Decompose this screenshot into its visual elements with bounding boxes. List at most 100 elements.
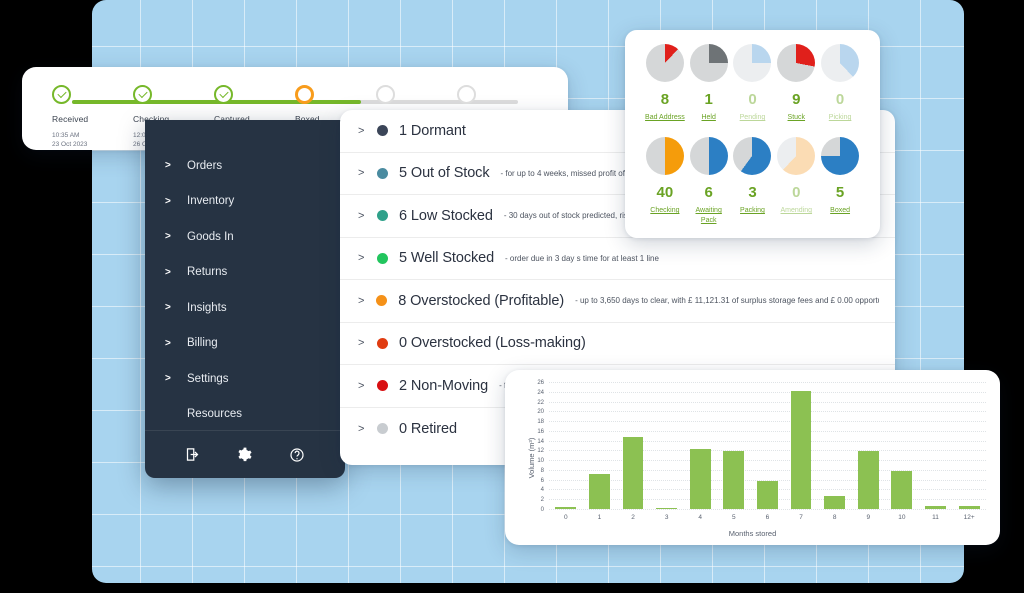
pie-label[interactable]: Stuck [774,113,818,123]
chart-y-tick: 16 [537,428,544,435]
chart-x-tick: 5 [732,514,736,521]
table-row[interactable]: >0 Overstocked (Loss-making) [340,323,895,365]
pie-cell-bad-address[interactable]: 8 Bad Address [643,44,687,123]
pie-cell-awaiting-pack[interactable]: 6 Awaiting Pack [687,137,731,226]
sidebar-item-label: Goods In [187,230,234,243]
sidebar-item-inventory[interactable]: > Inventory [145,184,345,220]
chart-bar[interactable] [824,496,846,509]
chevron-right-icon: > [165,160,171,172]
chart-bar[interactable] [891,471,913,509]
chart-bar-column[interactable]: 5 [717,382,751,521]
sidebar-item-returns[interactable]: > Returns [145,255,345,291]
sidebar-item-resources[interactable]: Resources [145,397,345,433]
chart-bar[interactable] [925,506,946,509]
status-dot [376,295,388,307]
pie-cell-stuck[interactable]: 9 Stuck [774,44,818,123]
chart-bar-column[interactable]: 7 [784,382,818,521]
chevron-right-icon[interactable]: > [358,380,366,392]
status-dot [377,210,388,222]
chart-y-tick: 24 [537,389,544,396]
chart-x-tick: 0 [563,514,568,521]
chart-bar[interactable] [723,451,745,509]
chart-y-tick: 4 [540,487,544,494]
sidebar-item-settings[interactable]: > Settings [145,361,345,397]
chart-bar[interactable] [555,506,577,509]
pie-label[interactable]: Amending [774,206,818,216]
pie-cell-pending[interactable]: 0 Pending [731,44,775,123]
chevron-right-icon[interactable]: > [358,167,366,179]
pie-cell-boxed[interactable]: 5 Boxed [818,137,862,226]
pie-label[interactable]: Bad Address [643,113,687,123]
chart-bar-column[interactable]: 8 [818,382,852,521]
pie-row-top: 8 Bad Address 1 Held 0 Pending 9 Stuck 0 Picking [635,44,870,123]
chart-y-tick: 10 [537,458,544,465]
pie-label[interactable]: Packing [731,206,775,216]
pie-label[interactable]: Awaiting Pack [687,206,731,226]
table-row[interactable]: >8 Overstocked (Profitable) - up to 3,650… [340,280,895,323]
help-icon[interactable] [289,447,305,463]
chart-x-tick: 1 [597,514,602,521]
chart-bar[interactable] [689,449,711,509]
chart-bar[interactable] [656,508,678,509]
pie-cell-picking[interactable]: 0 Picking [818,44,862,123]
pie-label[interactable]: Checking [643,206,687,216]
tracker-step-dot [133,85,152,104]
chart-bar[interactable] [757,480,778,509]
chart-x-tick: 7 [799,514,803,521]
sidebar-item-billing[interactable]: > Billing [145,326,345,362]
pie-label[interactable]: Picking [818,113,862,123]
pie-cell-amending[interactable]: 0 Amending [774,137,818,226]
table-row[interactable]: >5 Well Stocked - order due in 3 day s ti… [340,238,895,280]
pie-value: 9 [792,91,801,108]
stock-row-title: 2 Non-Moving [399,377,489,394]
chart-bar-column[interactable]: 4 [683,382,717,521]
chevron-right-icon[interactable]: > [358,125,366,137]
tracker-step-dot [376,85,395,104]
pie-label[interactable]: Boxed [818,206,862,216]
pie-label[interactable]: Pending [731,113,775,123]
pie-cell-packing[interactable]: 3 Packing [731,137,775,226]
pie-chart-icon [645,44,684,82]
chevron-right-icon[interactable]: > [358,423,366,435]
pie-cell-checking[interactable]: 40 Checking [643,137,687,226]
sidebar-item-goods-in[interactable]: > Goods In [145,219,345,255]
sidebar-item-label: Orders [187,159,223,172]
chart-plot-area: 0 2 4 6 8 10 12 14 16 18 20 22 24 26 0 1 2 3 4 5 6 7 8 9 10 11 12+ [537,380,986,521]
chevron-right-icon[interactable]: > [358,295,365,307]
chevron-right-icon[interactable]: > [358,210,366,222]
chart-bar-column[interactable]: 12+ [952,382,986,521]
pie-label[interactable]: Held [687,113,731,123]
chart-bar[interactable] [589,474,610,509]
tracker-step-received[interactable]: Received 10:35 AM 23 Oct 2023 [52,85,133,150]
pie-value: 0 [792,184,801,202]
chart-bar-column[interactable]: 10 [885,382,919,521]
sidebar-item-label: Returns [187,266,228,279]
chart-bar[interactable] [857,450,879,509]
chart-bar[interactable] [958,505,980,509]
chart-bar-column[interactable]: 3 [650,382,684,521]
stock-row-title: 5 Out of Stock [399,165,490,182]
sidebar-item-insights[interactable]: > Insights [145,290,345,326]
chart-bar-column[interactable]: 11 [919,382,953,521]
chevron-right-icon: > [165,231,171,243]
pie-cell-held[interactable]: 1 Held [687,44,731,123]
chart-bar-column[interactable]: 1 [583,382,617,521]
volume-by-months-stored-chart: Volume (m³) 0 2 4 6 8 10 12 14 16 18 20 22 24 26 0 1 2 3 4… [505,370,1000,545]
sidebar-item-label: Settings [187,372,229,385]
chevron-right-icon[interactable]: > [358,337,366,349]
gear-icon[interactable] [236,447,253,463]
chart-bar[interactable] [790,391,812,509]
pie-value: 5 [835,184,845,202]
chart-bar-column[interactable]: 6 [751,382,785,521]
chart-bar-column[interactable]: 9 [851,382,885,521]
logout-icon[interactable] [185,447,200,462]
sidebar-item-orders[interactable]: > Orders [145,148,345,184]
chart-bar-column[interactable]: 2 [616,382,650,521]
stock-row-title: 6 Low Stocked [399,207,493,224]
chart-bar-column[interactable]: 0 [549,382,583,521]
pie-chart-icon [777,137,816,176]
chevron-right-icon[interactable]: > [358,252,366,264]
chart-bar[interactable] [622,436,644,509]
chevron-right-icon: > [165,266,171,278]
stock-row-title: 0 Overstocked (Loss-making) [399,335,586,352]
